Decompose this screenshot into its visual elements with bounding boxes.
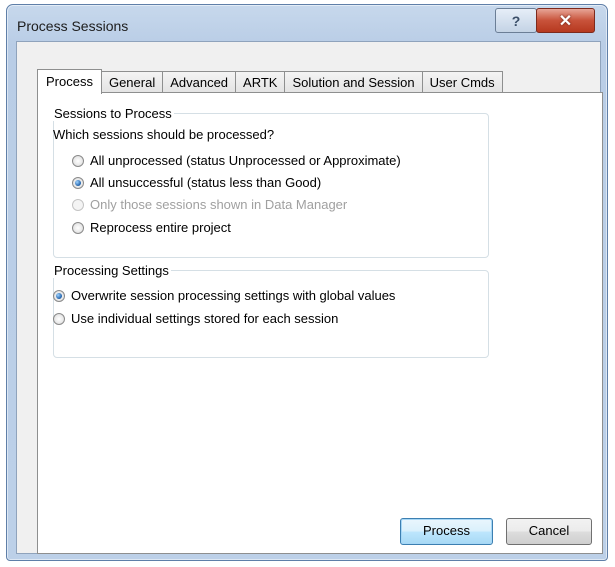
sessions-group-label: Sessions to Process	[52, 106, 174, 121]
radio-unchecked-icon	[72, 154, 84, 167]
tab-solution-and-session[interactable]: Solution and Session	[284, 71, 423, 93]
help-button[interactable]: ?	[495, 8, 537, 33]
tab-panel-process: Sessions to Process Which sessions shoul…	[37, 92, 603, 554]
tab-artk[interactable]: ARTK	[235, 71, 286, 93]
radio-all-unprocessed[interactable]: All unprocessed (status Unprocessed or A…	[72, 153, 401, 168]
radio-label: Only those sessions shown in Data Manage…	[90, 197, 348, 212]
radio-label: Reprocess entire project	[90, 220, 231, 235]
cancel-button[interactable]: Cancel	[506, 518, 592, 545]
sessions-question-label: Which sessions should be processed?	[53, 127, 275, 142]
radio-checked-icon	[53, 289, 65, 302]
radio-overwrite-with-global-values[interactable]: Overwrite session processing settings wi…	[53, 288, 395, 303]
title-bar[interactable]: Process Sessions ? ✕	[7, 5, 607, 41]
radio-unchecked-icon	[53, 312, 65, 325]
radio-label: Use individual settings stored for each …	[71, 311, 339, 326]
radio-label: All unsuccessful (status less than Good)	[90, 175, 322, 190]
radio-all-unsuccessful[interactable]: All unsuccessful (status less than Good)	[72, 175, 321, 190]
radio-reprocess-entire-project[interactable]: Reprocess entire project	[72, 220, 231, 235]
radio-label: Overwrite session processing settings wi…	[71, 288, 396, 303]
radio-use-individual-settings[interactable]: Use individual settings stored for each …	[53, 311, 338, 326]
radio-unchecked-icon	[72, 198, 84, 211]
radio-only-shown-in-data-manager[interactable]: Only those sessions shown in Data Manage…	[72, 197, 347, 212]
tab-user-cmds[interactable]: User Cmds	[421, 71, 503, 93]
tab-strip: Process General Advanced ARTK Solution a…	[37, 69, 503, 94]
tab-process[interactable]: Process	[37, 69, 102, 94]
radio-label: All unprocessed (status Unprocessed or A…	[90, 153, 401, 168]
processing-settings-group-label: Processing Settings	[52, 263, 171, 278]
dialog-client-area: Process General Advanced ARTK Solution a…	[16, 41, 603, 554]
tab-advanced[interactable]: Advanced	[162, 71, 237, 93]
close-button[interactable]: ✕	[536, 8, 595, 33]
radio-unchecked-icon	[72, 221, 84, 234]
window-title: Process Sessions	[17, 18, 129, 34]
radio-checked-icon	[72, 176, 84, 189]
help-icon: ?	[511, 12, 521, 29]
close-icon: ✕	[558, 12, 573, 30]
dialog-window: Process Sessions ? ✕ Process General Adv…	[6, 4, 608, 561]
process-button[interactable]: Process	[400, 518, 493, 545]
tab-general[interactable]: General	[100, 71, 164, 93]
